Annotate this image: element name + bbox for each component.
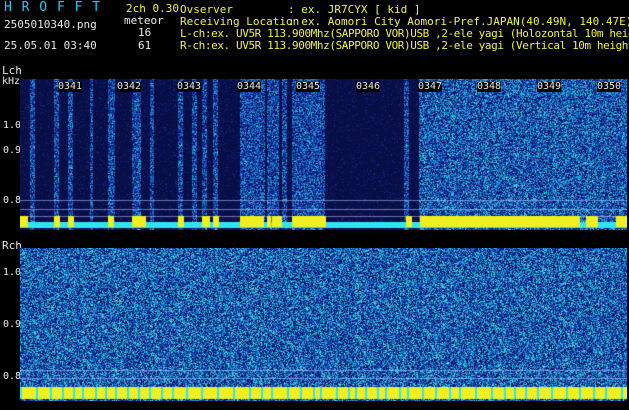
time-label: 0344 — [237, 81, 262, 92]
rch-spectrogram — [20, 248, 627, 401]
file-name: 2505010340.png — [4, 18, 97, 31]
datetime-label: 25.05.01 03:40 — [4, 39, 97, 52]
time-label: 0350 — [597, 81, 622, 92]
rch-description: R-ch:ex. UV5R 113.900Mhz(SAPPORO VOR)USB… — [180, 39, 629, 52]
count-lch: 16 — [138, 26, 152, 39]
rch-label: Rch — [2, 239, 22, 252]
time-label: 0342 — [117, 81, 142, 92]
rch-ytick-2: 0.9 — [3, 319, 22, 330]
lch-ytick-2: 0.9 — [3, 145, 22, 156]
lch-ytick-1: 1.0 — [3, 120, 22, 131]
time-label: 0341 — [58, 81, 83, 92]
rch-ytick-3: 0.8 — [3, 371, 22, 382]
time-label: 0343 — [177, 81, 202, 92]
lch-ytick-3: 0.8 — [3, 195, 22, 206]
time-label: 0347 — [418, 81, 443, 92]
time-label: 0346 — [356, 81, 381, 92]
lch-spectrogram — [20, 79, 627, 230]
time-label: 0345 — [296, 81, 321, 92]
time-label: 0348 — [477, 81, 502, 92]
lch-unit-label: kHz — [2, 76, 21, 87]
rch-ytick-1: 1.0 — [3, 267, 22, 278]
count-rch: 61 — [138, 39, 152, 52]
app-logo: H R O F F T — [4, 0, 102, 15]
time-label: 0349 — [537, 81, 562, 92]
